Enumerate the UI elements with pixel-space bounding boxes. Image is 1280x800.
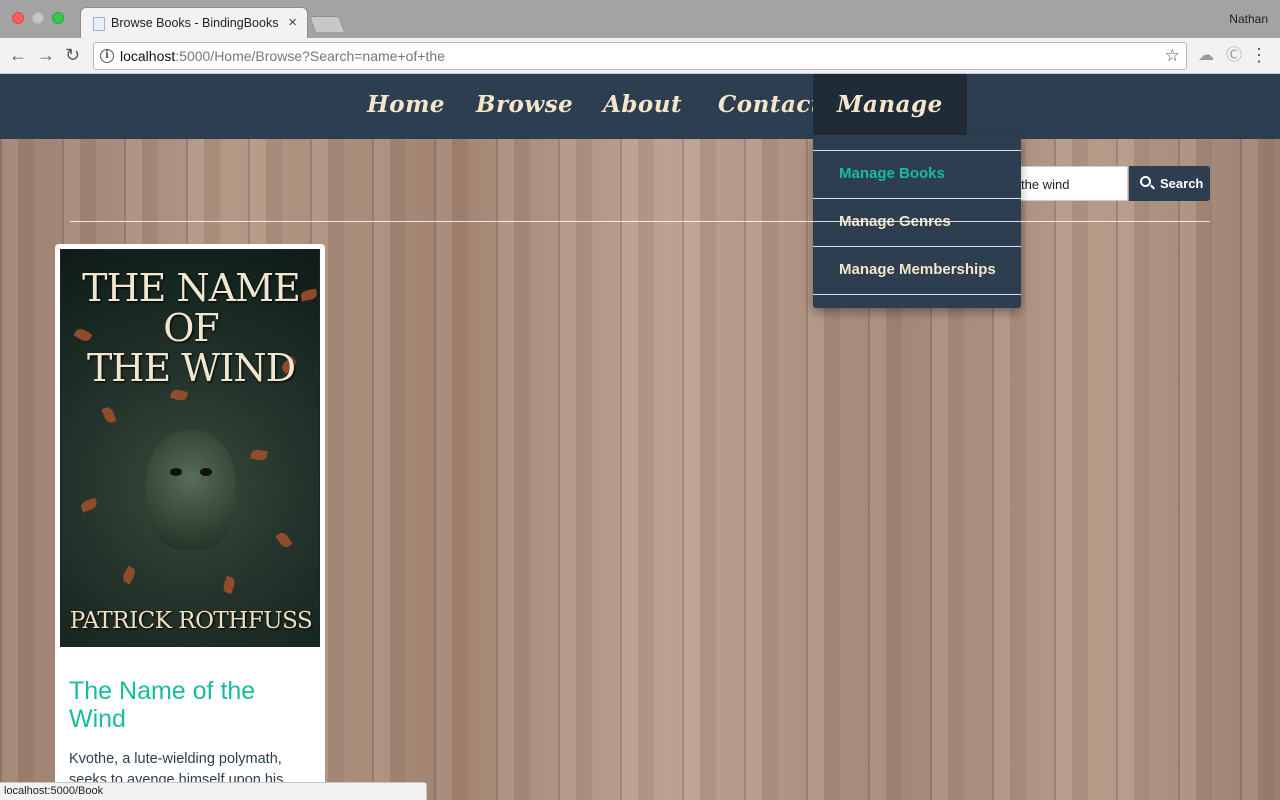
cloud-extension-icon[interactable]: ☁: [1197, 47, 1215, 65]
browser-titlebar: Browse Books - BindingBooks × Nathan: [0, 0, 1280, 38]
skype-extension-icon[interactable]: Ⓒ: [1225, 47, 1243, 65]
content-divider: [70, 221, 1210, 222]
menu-icon[interactable]: ⋮: [1250, 45, 1268, 65]
nav-about[interactable]: About: [603, 74, 682, 139]
tab-title: Browse Books - BindingBooks: [111, 16, 279, 30]
browser-tab-active[interactable]: Browse Books - BindingBooks ×: [80, 7, 308, 38]
minimize-window-button[interactable]: [32, 12, 44, 24]
page-content: Home Browse About Contact Manage the win…: [0, 74, 1280, 800]
leaf-decoration: [79, 497, 99, 513]
menu-divider: [813, 198, 1021, 199]
url-path: :5000/Home/Browse?Search=name+of+the: [175, 48, 445, 64]
menu-item-manage-memberships[interactable]: Manage Memberships: [839, 261, 996, 278]
menu-divider: [813, 246, 1021, 247]
back-icon[interactable]: ←: [9, 44, 27, 66]
zoom-window-button[interactable]: [52, 12, 64, 24]
book-card[interactable]: THE NAME OF THE WIND PATRICK ROTHFUSS Th…: [55, 244, 325, 800]
menu-item-manage-books[interactable]: Manage Books: [839, 165, 945, 182]
new-tab-button[interactable]: [309, 16, 345, 32]
search-button[interactable]: Search: [1129, 166, 1210, 201]
url-host: localhost: [120, 48, 176, 64]
search-button-label: Search: [1160, 176, 1204, 191]
nav-home[interactable]: Home: [367, 74, 445, 139]
cover-eye: [170, 468, 182, 476]
page-favicon-icon: [93, 17, 105, 31]
leaf-decoration: [221, 575, 237, 595]
leaf-decoration: [250, 448, 268, 462]
cover-title-line2: THE WIND: [86, 346, 296, 390]
cover-title: THE NAME OF THE WIND: [61, 266, 319, 390]
leaf-decoration: [101, 405, 117, 425]
profile-name[interactable]: Nathan: [1229, 12, 1268, 26]
search-input[interactable]: the wind: [1010, 166, 1128, 201]
leaf-decoration: [275, 530, 293, 550]
url-text: localhost:5000/Home/Browse?Search=name+o…: [120, 48, 445, 64]
menu-divider: [813, 294, 1021, 295]
close-window-button[interactable]: [12, 12, 24, 24]
leaf-decoration: [169, 388, 189, 402]
address-bar[interactable]: i localhost:5000/Home/Browse?Search=name…: [93, 42, 1187, 70]
reload-icon[interactable]: ↻: [65, 44, 80, 66]
status-bar-url: localhost:5000/Book: [0, 782, 427, 800]
info-icon[interactable]: i: [100, 49, 114, 63]
site-navbar: Home Browse About Contact Manage: [0, 74, 1280, 139]
book-title-link[interactable]: The Name of the Wind: [69, 677, 309, 733]
nav-browse[interactable]: Browse: [476, 74, 573, 139]
nav-manage[interactable]: Manage: [813, 74, 967, 139]
forward-icon[interactable]: →: [37, 44, 55, 66]
book-cover-image[interactable]: THE NAME OF THE WIND PATRICK ROTHFUSS: [60, 249, 320, 647]
search-icon: [1140, 176, 1151, 187]
bookmark-star-icon[interactable]: ☆: [1165, 46, 1180, 66]
leaf-decoration: [120, 565, 138, 585]
cover-eye: [200, 468, 212, 476]
menu-divider: [813, 150, 1021, 151]
close-tab-icon[interactable]: ×: [288, 14, 297, 31]
nav-contact[interactable]: Contact: [718, 74, 822, 139]
cover-title-line1: THE NAME OF: [82, 266, 301, 350]
browser-toolbar: ← → ↻ i localhost:5000/Home/Browse?Searc…: [0, 38, 1280, 74]
cover-author: PATRICK ROTHFUSS: [69, 608, 313, 634]
cover-illustration: [146, 430, 236, 550]
